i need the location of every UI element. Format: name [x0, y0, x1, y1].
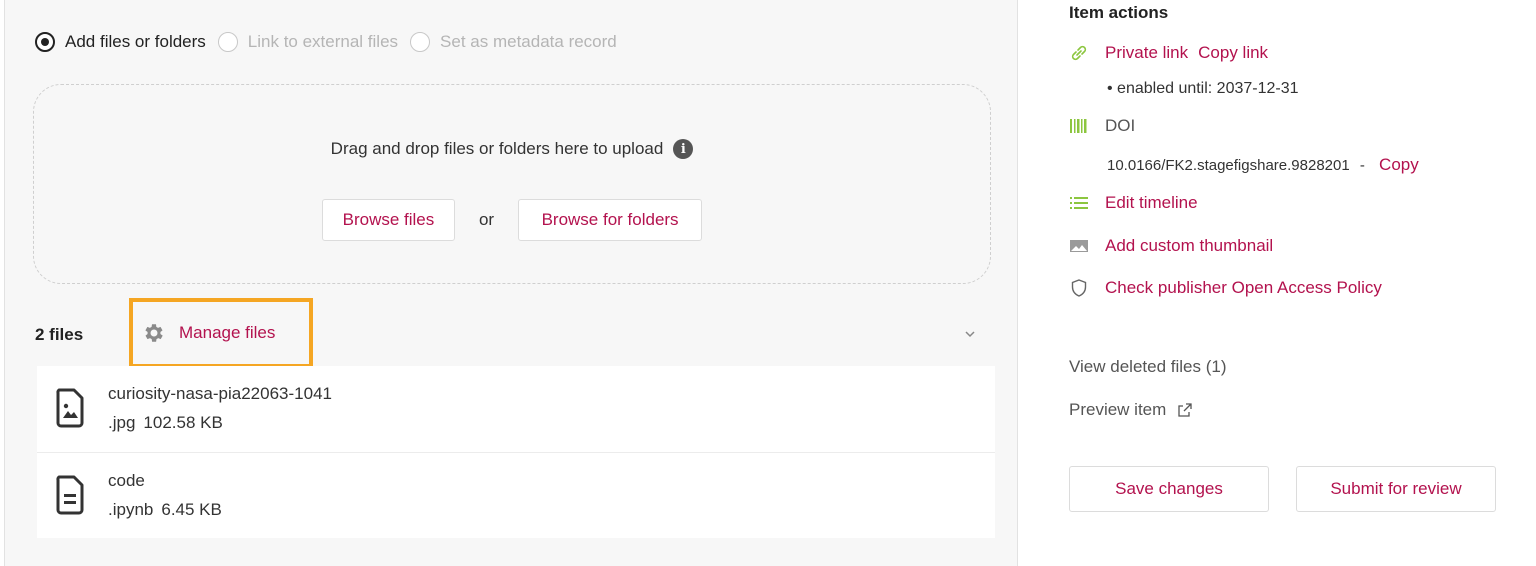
radio-add-files-label[interactable]: Add files or folders	[65, 32, 206, 52]
file-meta: .jpg 102.58 KB	[108, 413, 223, 433]
doi-label: DOI	[1105, 116, 1136, 135]
view-deleted-files[interactable]: View deleted files (1)	[1069, 357, 1227, 377]
private-link[interactable]: Private link	[1105, 43, 1188, 63]
radio-metadata-record-label[interactable]: Set as metadata record	[440, 32, 617, 52]
radio-add-files[interactable]: Add files or folders	[35, 32, 206, 52]
document-file-icon	[56, 475, 84, 515]
file-size: 6.45 KB	[161, 500, 222, 519]
files-header: 2 files Manage files	[35, 298, 313, 368]
radio-link-external-label[interactable]: Link to external files	[248, 32, 398, 52]
doi-value-row: 10.0166/FK2.stagefigshare.9828201 - Copy	[1107, 155, 1419, 175]
edit-timeline-link[interactable]: Edit timeline	[1105, 193, 1198, 213]
radio-checked-icon[interactable]	[35, 32, 55, 52]
file-row[interactable]: code .ipynb 6.45 KB	[37, 453, 995, 538]
external-link-icon[interactable]	[1178, 403, 1192, 417]
browse-buttons-row: Browse files or Browse for folders	[34, 199, 990, 241]
check-policy-link[interactable]: Check publisher Open Access Policy	[1105, 278, 1382, 298]
file-meta: .ipynb 6.45 KB	[108, 500, 222, 520]
dropzone-instruction-row: Drag and drop files or folders here to u…	[34, 139, 990, 159]
action-buttons: Save changes Submit for review	[1069, 466, 1496, 512]
link-enabled-until: • enabled until: 2037-12-31	[1107, 80, 1299, 97]
link-icon	[1069, 43, 1089, 63]
files-count: 2 files	[35, 325, 84, 344]
file-extension: .ipynb	[108, 500, 154, 519]
item-actions-title: Item actions	[1069, 3, 1169, 22]
image-file-icon	[56, 388, 84, 428]
radio-metadata-record[interactable]: Set as metadata record	[410, 32, 617, 52]
file-name[interactable]: code	[108, 471, 145, 491]
file-name[interactable]: curiosity-nasa-pia22063-1041	[108, 384, 332, 404]
shield-icon	[1069, 278, 1089, 298]
copy-doi-link[interactable]: Copy	[1379, 155, 1419, 174]
doi-row: DOI	[1069, 116, 1135, 136]
edit-timeline-row: Edit timeline	[1069, 193, 1198, 213]
info-icon[interactable]: i	[673, 139, 694, 159]
preview-item-label[interactable]: Preview item	[1069, 400, 1166, 420]
manage-files-label[interactable]: Manage files	[179, 323, 275, 343]
copy-link[interactable]: Copy link	[1198, 43, 1268, 63]
doi-separator: -	[1359, 157, 1365, 174]
chevron-down-icon[interactable]	[963, 327, 977, 341]
item-actions-panel: Item actions Private link Copy link • en…	[1069, 0, 1509, 566]
list-icon	[1069, 193, 1089, 213]
radio-link-external[interactable]: Link to external files	[217, 32, 398, 52]
file-size: 102.58 KB	[143, 413, 223, 432]
dropzone-instruction: Drag and drop files or folders here to u…	[330, 139, 664, 158]
manage-files-button[interactable]: Manage files	[129, 298, 313, 368]
add-thumbnail-link[interactable]: Add custom thumbnail	[1105, 236, 1273, 256]
file-extension: .jpg	[108, 413, 136, 432]
submit-review-button[interactable]: Submit for review	[1296, 466, 1496, 512]
check-policy-row: Check publisher Open Access Policy	[1069, 278, 1382, 298]
preview-item-row[interactable]: Preview item	[1069, 400, 1192, 420]
add-thumbnail-row: Add custom thumbnail	[1069, 236, 1273, 256]
image-icon	[1069, 236, 1089, 256]
upload-type-radio-group: Add files or folders Link to external fi…	[35, 30, 629, 54]
file-dropzone[interactable]: Drag and drop files or folders here to u…	[33, 84, 991, 284]
or-separator: or	[478, 210, 495, 229]
browse-files-button[interactable]: Browse files	[321, 199, 455, 241]
radio-unchecked-icon[interactable]	[217, 32, 238, 52]
save-changes-button[interactable]: Save changes	[1069, 466, 1269, 512]
gear-icon	[145, 324, 163, 342]
barcode-icon	[1069, 116, 1089, 136]
browse-folders-button[interactable]: Browse for folders	[518, 199, 703, 241]
upload-panel: Add files or folders Link to external fi…	[4, 0, 1018, 566]
private-link-row: Private link Copy link	[1069, 43, 1268, 63]
doi-value: 10.0166/FK2.stagefigshare.9828201	[1107, 157, 1350, 174]
file-row[interactable]: curiosity-nasa-pia22063-1041 .jpg 102.58 …	[37, 366, 995, 453]
radio-unchecked-icon[interactable]	[410, 32, 431, 52]
file-list: curiosity-nasa-pia22063-1041 .jpg 102.58 …	[37, 366, 995, 538]
